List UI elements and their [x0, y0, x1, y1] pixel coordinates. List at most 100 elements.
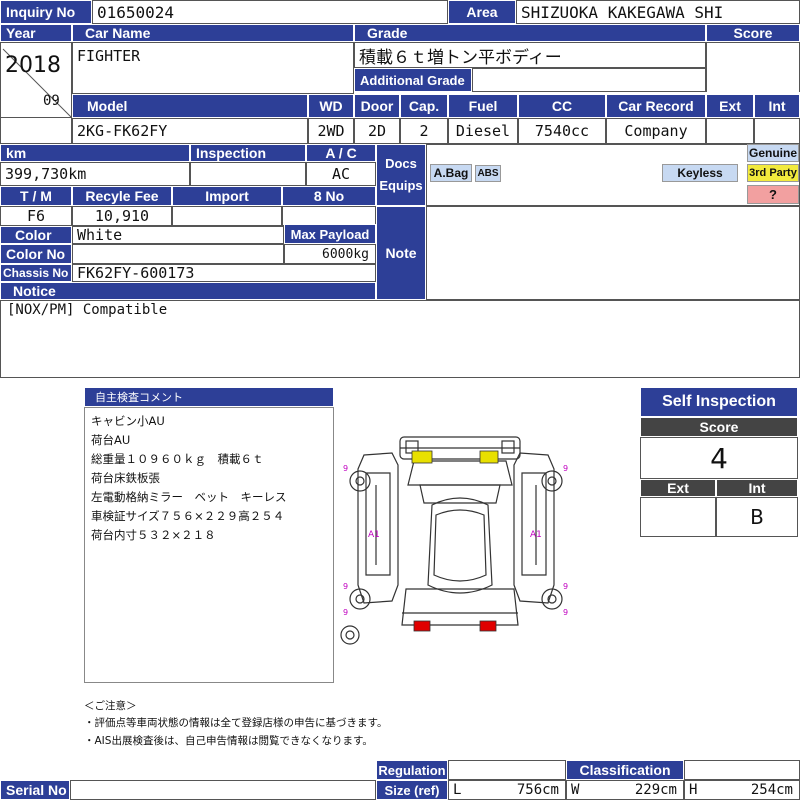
color-no-label: Color No — [0, 244, 72, 264]
abag-badge: A.Bag — [430, 164, 472, 182]
ac-value: AC — [306, 162, 376, 186]
regulation-value — [448, 760, 566, 780]
abs-badge: ABS — [475, 165, 501, 182]
car-name-label: Car Name — [72, 24, 354, 42]
size-h: H 254cm — [684, 780, 800, 800]
cc-label: CC — [518, 94, 606, 118]
note-value — [426, 206, 800, 300]
cc-value: 7540cc — [518, 118, 606, 144]
size-l: L 756cm — [448, 780, 566, 800]
mark-9: 9 — [563, 582, 568, 591]
car-record-value: Company — [606, 118, 706, 144]
inquiry-no-label: Inquiry No — [0, 0, 92, 24]
car-record-label: Car Record — [606, 94, 706, 118]
classification-label: Classification — [566, 760, 684, 780]
self-int-label: Int — [716, 479, 798, 497]
year-value: 2018 — [5, 53, 61, 78]
regulation-label: Regulation — [376, 760, 448, 780]
max-payload-value: 6000kg — [284, 244, 376, 264]
size-w-label: W — [571, 782, 580, 798]
docs-label: Docs — [385, 156, 417, 171]
tm-value: F6 — [0, 206, 72, 226]
notice-line-2: ・AIS出展検査後は、自己申告情報は閲覧できなくなります。 — [84, 735, 373, 747]
door-label: Door — [354, 94, 400, 118]
notice-label: Notice — [0, 282, 376, 300]
fuel-value: Diesel — [448, 118, 518, 144]
km-value: 399,730km — [0, 162, 190, 186]
self-score-value: 4 — [640, 437, 798, 479]
chassis-no-value: FK62FY-600173 — [72, 264, 376, 282]
area-label: Area — [448, 0, 516, 24]
year-label: Year — [0, 24, 72, 42]
size-ref-label: Size (ref) — [376, 780, 448, 800]
mark-a1-right: A1 — [530, 530, 542, 540]
comment-title: 自主検査コメント — [84, 387, 334, 407]
comment-box: キャビン小AU 荷台AU 総重量１０９６０ｋｇ 積載６ｔ 荷台床鉄板張 左電動格… — [84, 407, 334, 683]
additional-grade-label: Additional Grade — [354, 68, 472, 92]
ext-label: Ext — [706, 94, 754, 118]
score-value — [706, 42, 800, 94]
color-no-value — [72, 244, 284, 264]
damage-mark-yellow — [479, 450, 499, 464]
size-l-label: L — [453, 782, 462, 798]
chassis-no-label: Chassis No — [0, 264, 72, 282]
cap-label: Cap. — [400, 94, 448, 118]
serial-no-label: Serial No — [0, 780, 70, 800]
recycle-fee-value: 10,910 — [72, 206, 172, 226]
km-label: km — [0, 144, 190, 162]
self-inspection-title: Self Inspection — [640, 387, 798, 417]
comment-line: 荷台AU — [91, 433, 131, 447]
classification-value — [684, 760, 800, 780]
ext-value — [706, 118, 754, 144]
inquiry-no-value: 01650024 — [92, 0, 448, 24]
damage-mark-red — [413, 620, 431, 632]
size-h-label: H — [689, 782, 698, 798]
notice-heading: ＜ご注意＞ — [84, 700, 137, 712]
size-l-value: 756cm — [516, 782, 559, 798]
ac-label: A / C — [306, 144, 376, 162]
cap-value: 2 — [400, 118, 448, 144]
color-value: White — [72, 226, 284, 244]
color-label: Color — [0, 226, 72, 244]
comment-line: 荷台内寸５３２×２１８ — [91, 528, 216, 542]
keyless-badge: Keyless — [662, 164, 738, 182]
model-value: 2KG-FK62FY — [72, 118, 308, 144]
mark-9: 9 — [343, 608, 348, 617]
inspection-value — [190, 162, 306, 186]
equips-label: Equips — [379, 178, 423, 193]
docs-equips-label: Docs Equips — [376, 144, 426, 206]
year-box: 2018 09 — [0, 42, 72, 118]
mark-a1-left: A1 — [368, 530, 380, 540]
max-payload-label: Max Payload — [284, 224, 376, 244]
wd-label: WD — [308, 94, 354, 118]
size-w-value: 229cm — [634, 782, 677, 798]
mark-9: 9 — [343, 582, 348, 591]
car-name-value: FIGHTER — [72, 42, 354, 94]
mark-9: 9 — [563, 464, 568, 473]
wd-value: 2WD — [308, 118, 354, 144]
model-label: Model — [72, 94, 308, 118]
tm-label: T / M — [0, 186, 72, 206]
self-ext-value — [640, 497, 716, 537]
size-w: W 229cm — [566, 780, 684, 800]
8no-value — [282, 206, 376, 226]
comment-line: 左電動格納ミラー ベット キーレス — [91, 490, 287, 504]
self-ext-label: Ext — [640, 479, 716, 497]
comment-line: 荷台床鉄板張 — [91, 471, 160, 485]
notice-line-1: ・評価点等車両状態の情報は全て登録店様の申告に基づきます。 — [84, 717, 388, 729]
size-h-value: 254cm — [750, 782, 793, 798]
serial-no-value — [70, 780, 376, 800]
damage-mark-yellow — [411, 450, 433, 464]
self-int-value: B — [716, 497, 798, 537]
unknown-badge: ? — [747, 185, 799, 204]
fuel-label: Fuel — [448, 94, 518, 118]
inspection-label: Inspection — [190, 144, 306, 162]
recycle-fee-label: Recyle Fee — [72, 186, 172, 206]
8no-label: 8 No — [282, 186, 376, 206]
notice-value: [NOX/PM] Compatible — [0, 300, 800, 378]
genuine-badge: Genuine — [747, 144, 799, 162]
year-box-bottom — [0, 118, 72, 144]
import-value — [172, 206, 282, 226]
mark-9: 9 — [563, 608, 568, 617]
import-label: Import — [172, 186, 282, 206]
